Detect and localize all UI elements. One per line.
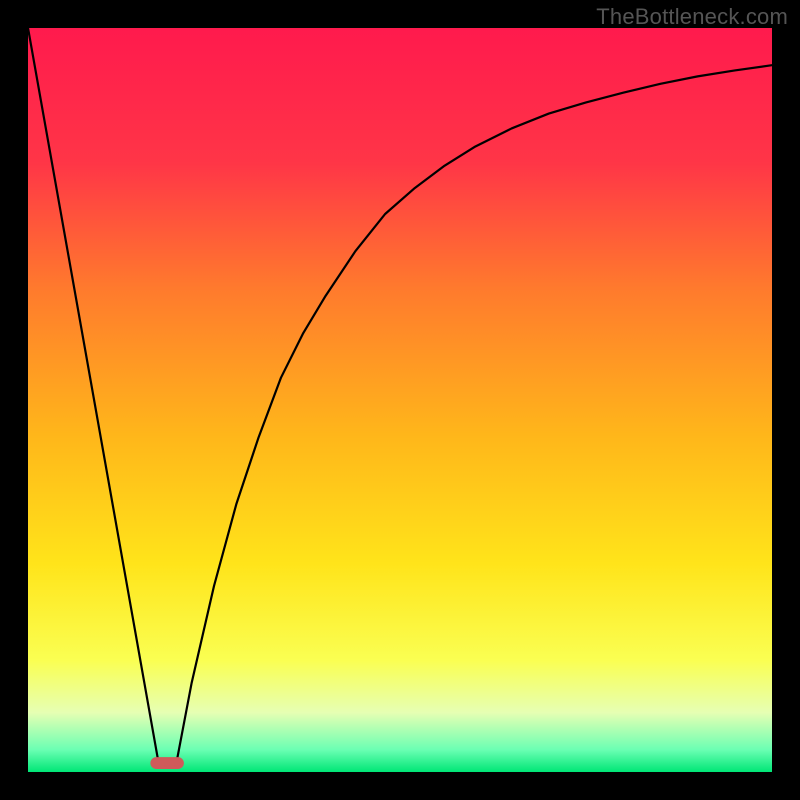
watermark-text: TheBottleneck.com xyxy=(596,4,788,30)
marker-layer xyxy=(150,757,183,769)
bottleneck-marker xyxy=(150,757,183,769)
plot-area xyxy=(28,28,772,772)
chart-frame: TheBottleneck.com xyxy=(0,0,800,800)
chart-svg xyxy=(28,28,772,772)
